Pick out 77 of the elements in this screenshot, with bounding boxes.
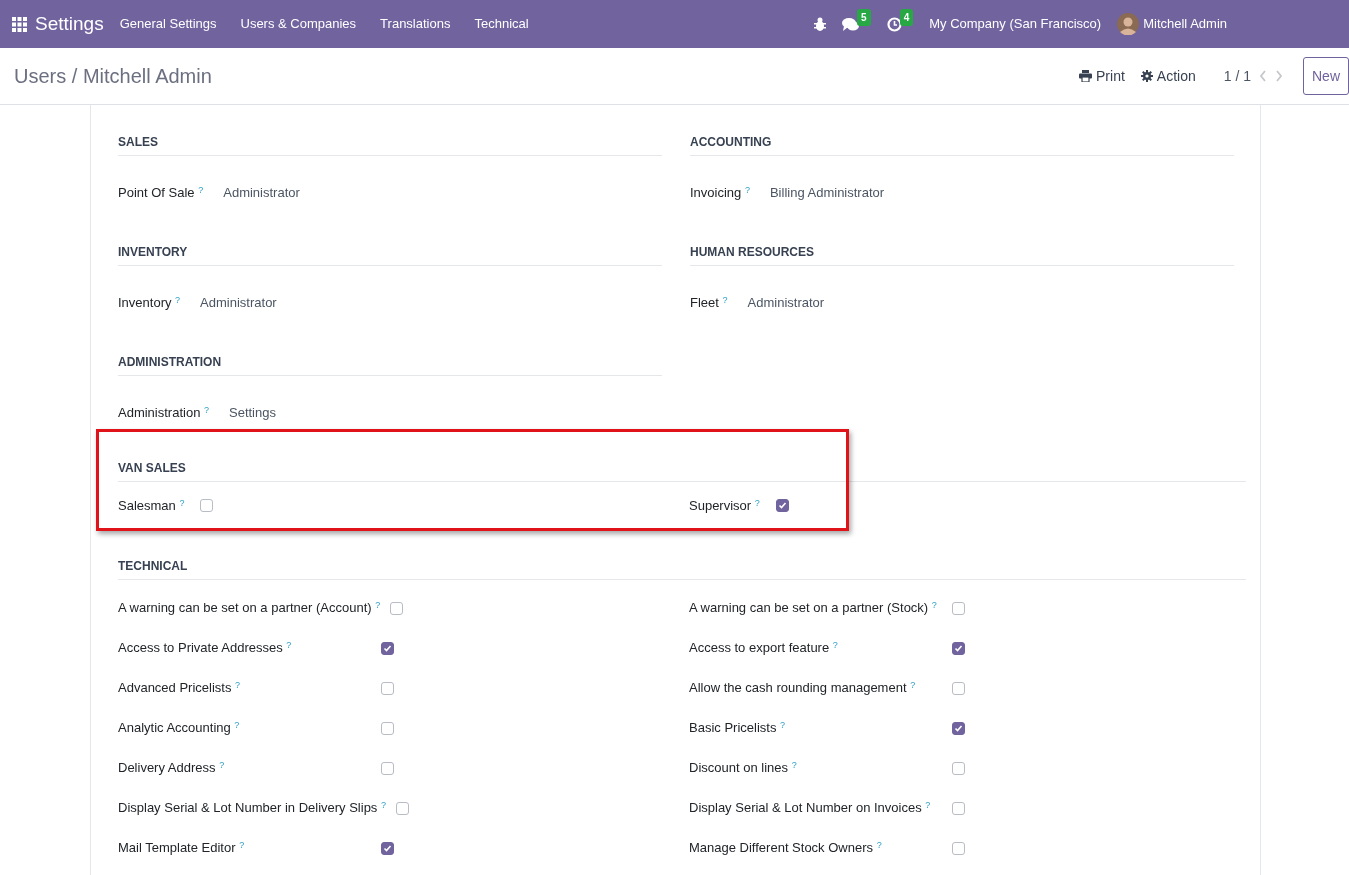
menu-item[interactable]: Translations [380, 14, 451, 34]
field-label: Access to export feature $^{?}$ [689, 638, 839, 658]
section-title: SALES [118, 133, 662, 156]
menu-item[interactable]: Users & Companies [240, 14, 357, 34]
gear-icon [1140, 70, 1153, 82]
field-label: Fleet $^{?}$ [690, 293, 728, 312]
field-label: Discount on lines $^{?}$ [689, 758, 798, 778]
field-label: Supervisor $^{?}$ [689, 496, 760, 515]
field-label: Inventory $^{?}$ [118, 293, 181, 312]
field-value: Settings [229, 404, 276, 422]
checkmark-icon [383, 843, 392, 853]
section-title: VAN SALES [118, 459, 1246, 482]
action-button[interactable]: Action [1140, 65, 1196, 87]
section-title: HUMAN RESOURCES [690, 243, 1234, 266]
activity-count-badge: 4 [899, 8, 914, 26]
field-label: Allow the cash rounding management $^{?}$ [689, 678, 917, 698]
new-button[interactable]: New [1303, 57, 1349, 95]
previous-icon[interactable] [1259, 70, 1267, 82]
checkmark-icon [383, 643, 392, 653]
field-value: Administrator [200, 294, 277, 312]
section-title: TECHNICAL [118, 557, 1246, 580]
app-name[interactable]: Settings [35, 9, 104, 39]
checkbox[interactable] [381, 761, 394, 775]
checkbox[interactable] [390, 601, 404, 615]
apps-menu-icon[interactable] [12, 16, 27, 32]
checkbox[interactable] [952, 681, 965, 695]
chat-icon[interactable] [842, 16, 860, 32]
field-label: A warning can be set on a partner (Stock) $^{?}$ [689, 598, 938, 618]
field-label: Point Of Sale $^{?}$ [118, 183, 204, 202]
checkbox[interactable] [381, 841, 394, 855]
checkbox[interactable] [952, 721, 965, 735]
field-label: Delivery Address $^{?}$ [118, 758, 226, 778]
menu-item[interactable]: General Settings [119, 14, 217, 34]
checkbox[interactable] [952, 761, 965, 775]
field-label: Basic Pricelists $^{?}$ [689, 718, 787, 738]
breadcrumb: Users / Mitchell Admin [14, 64, 212, 89]
bug-icon[interactable] [814, 17, 827, 31]
next-icon[interactable] [1275, 70, 1283, 82]
checkmark-icon [954, 643, 963, 653]
checkbox[interactable] [952, 641, 965, 655]
checkmark-icon [954, 723, 963, 733]
section-title: ADMINISTRATION [118, 353, 662, 376]
field-label: Display Serial & Lot Number on Invoices $^{?}$ [689, 798, 932, 818]
field-label: Advanced Pricelists $^{?}$ [118, 678, 242, 698]
section-title: ACCOUNTING [690, 133, 1234, 156]
field-label: Salesman $^{?}$ [118, 496, 185, 515]
checkbox[interactable] [200, 499, 214, 513]
checkbox[interactable] [952, 841, 965, 855]
avatar[interactable] [1117, 13, 1140, 35]
company-switcher[interactable]: My Company (San Francisco) [929, 14, 1102, 34]
field-label: Mail Template Editor $^{?}$ [118, 838, 246, 858]
field-value: Billing Administrator [769, 184, 885, 202]
checkbox[interactable] [952, 601, 965, 615]
print-button[interactable]: Print [1079, 65, 1125, 87]
field-label: Analytic Accounting $^{?}$ [118, 718, 241, 738]
field-label: Access to Private Addresses $^{?}$ [118, 638, 293, 658]
checkbox[interactable] [775, 499, 789, 513]
field-label: A warning can be set on a partner (Account) $^{?}$ [118, 598, 382, 618]
section-title: INVENTORY [118, 243, 662, 266]
checkbox[interactable] [381, 681, 394, 695]
printer-icon [1079, 70, 1092, 82]
clock-icon[interactable] [886, 16, 902, 32]
checkbox[interactable] [381, 641, 394, 655]
field-value: Administrator [747, 294, 825, 312]
checkbox[interactable] [952, 801, 965, 815]
user-menu[interactable]: Mitchell Admin [1143, 14, 1227, 34]
field-label: Invoicing $^{?}$ [690, 183, 750, 202]
checkbox[interactable] [396, 801, 409, 815]
checkmark-icon [777, 501, 787, 511]
field-value: Administrator [223, 184, 300, 202]
field-label: Manage Different Stock Owners $^{?}$ [689, 838, 883, 858]
message-count-badge: 5 [857, 8, 871, 26]
checkbox[interactable] [381, 721, 394, 735]
pager-value: 1 / 1 [1223, 66, 1251, 86]
field-label: Administration $^{?}$ [118, 403, 209, 422]
menu-item[interactable]: Technical [474, 14, 529, 34]
field-label: Display Serial & Lot Number in Delivery Slips $^{?}$ [118, 798, 387, 818]
